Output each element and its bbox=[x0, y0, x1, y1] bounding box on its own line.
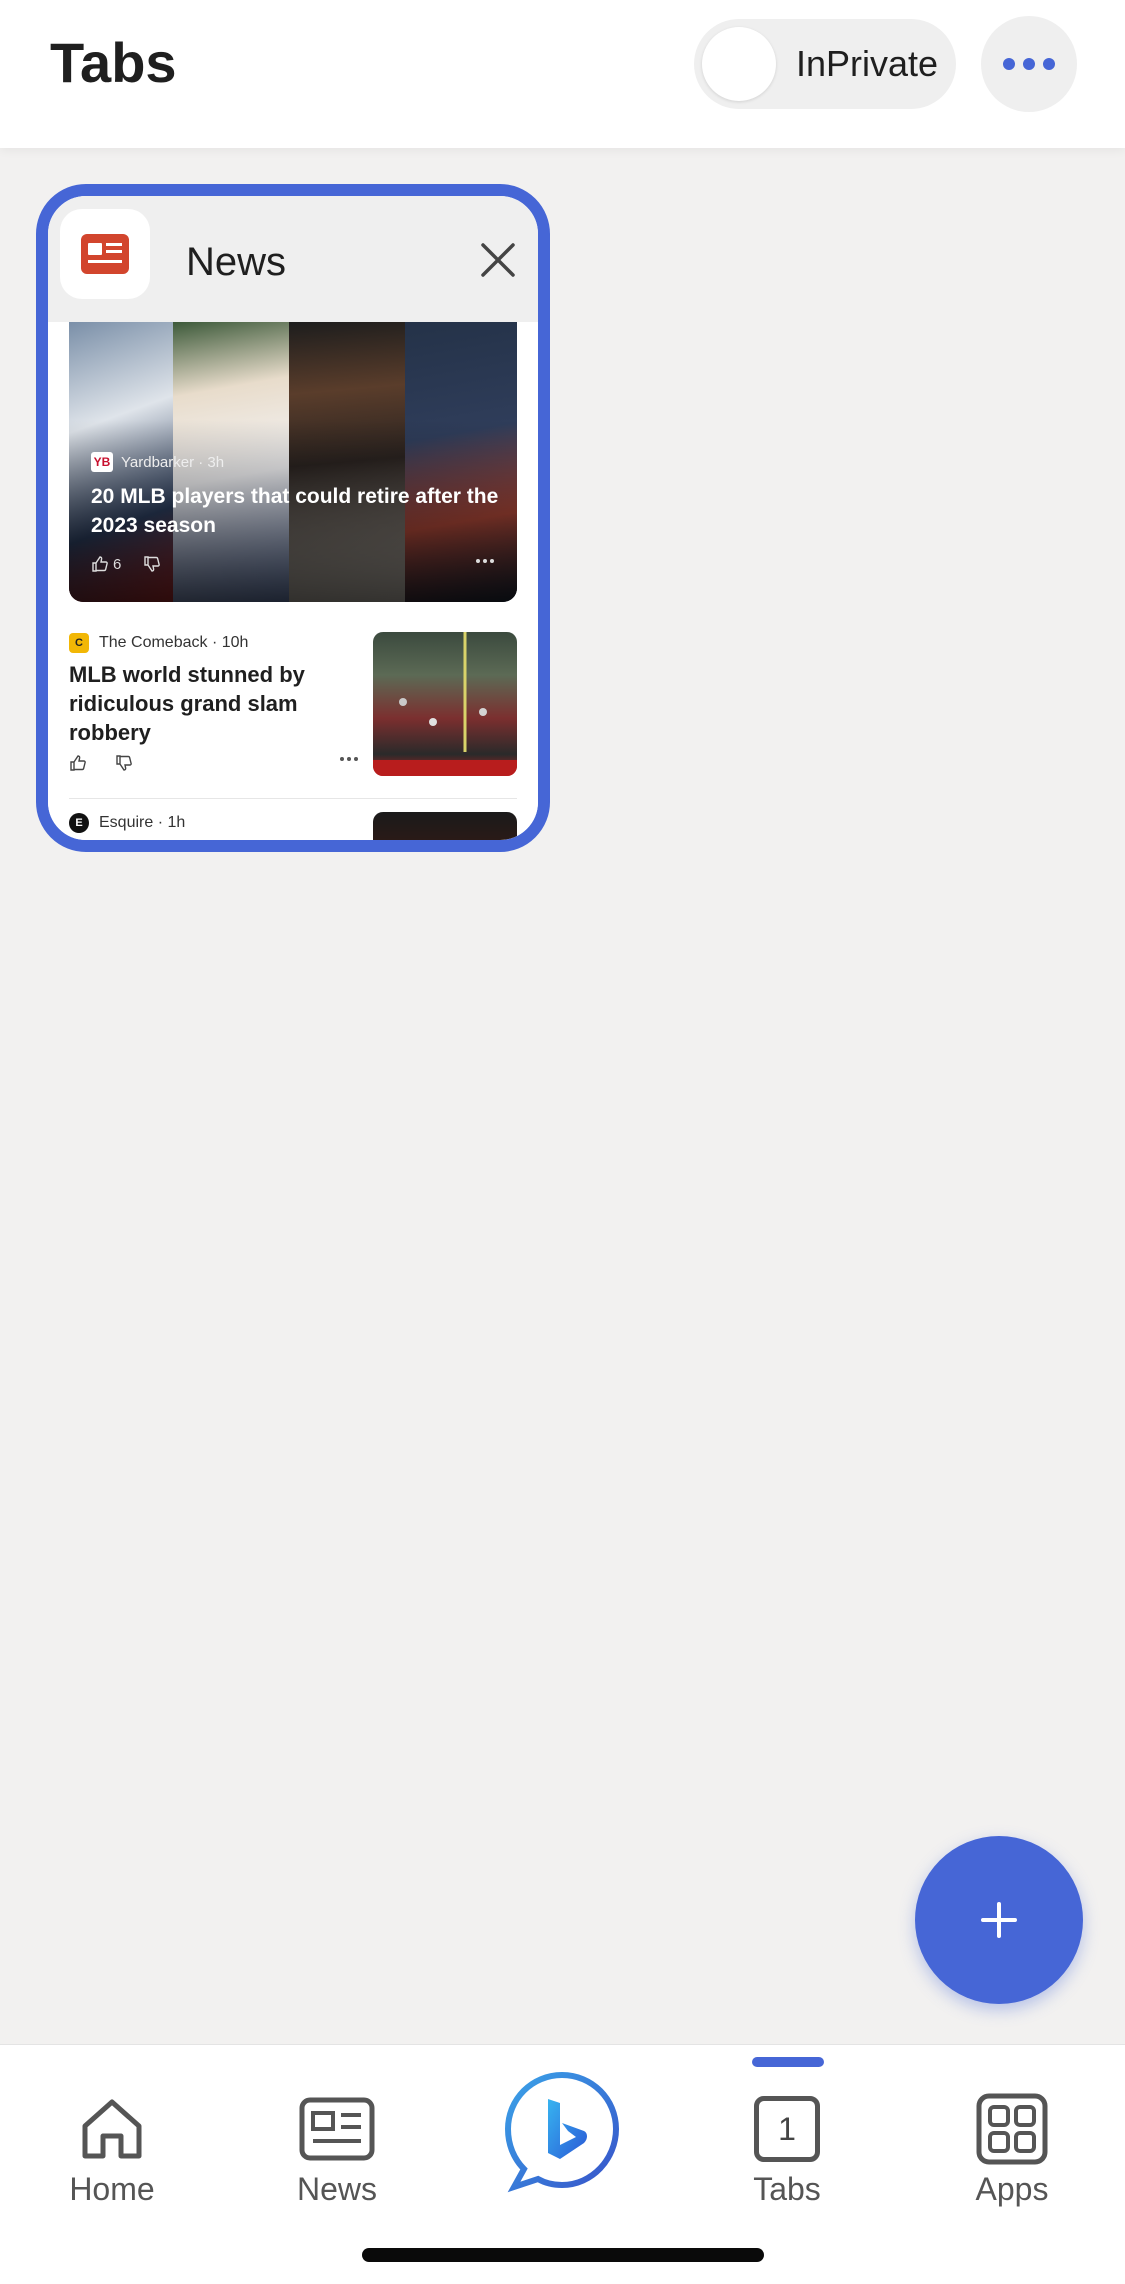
article-source-label: The Comeback · 10h bbox=[99, 634, 249, 651]
inprivate-label: InPrivate bbox=[796, 43, 939, 84]
inprivate-toggle[interactable]: InPrivate bbox=[694, 19, 956, 109]
page-title: Tabs bbox=[50, 31, 177, 94]
hero-like-count: 6 bbox=[113, 555, 122, 573]
nav-home-label: Home bbox=[69, 2171, 155, 2207]
ellipsis-icon bbox=[1003, 58, 1055, 70]
thumbs-down-icon bbox=[116, 755, 132, 771]
apps-icon bbox=[932, 2091, 1092, 2167]
thumbs-down-icon bbox=[144, 556, 161, 572]
plus-icon bbox=[981, 1902, 1017, 1938]
more-icon bbox=[340, 757, 358, 761]
article-title: The 12 Best Baseball Movies bbox=[69, 840, 369, 852]
list-item: E Esquire · 1h The 12 Best Baseball Movi… bbox=[69, 812, 517, 852]
tab-preview: YB Yardbarker · 3h 20 MLB players that c… bbox=[48, 322, 538, 840]
thumbs-up-icon bbox=[92, 556, 108, 572]
tab-card-header: News bbox=[48, 196, 538, 322]
article-actions bbox=[69, 754, 133, 772]
divider bbox=[69, 798, 517, 799]
hero-source: YB Yardbarker · 3h bbox=[91, 452, 224, 472]
hero-title: 20 MLB players that could retire after t… bbox=[91, 485, 499, 537]
thumbs-up-icon bbox=[70, 755, 86, 771]
the-comeback-logo-icon: C bbox=[69, 633, 89, 653]
more-options-button[interactable] bbox=[981, 16, 1077, 112]
hero-source-label: Yardbarker · 3h bbox=[121, 453, 225, 471]
article-thumbnail bbox=[373, 632, 517, 776]
tab-card-news[interactable]: News YB Yardbarker · 3h 20 MLB players t… bbox=[36, 184, 550, 852]
close-tab-button[interactable] bbox=[478, 240, 518, 280]
new-tab-button[interactable] bbox=[915, 1836, 1083, 2004]
home-indicator[interactable] bbox=[362, 2248, 764, 2262]
article-title: MLB world stunned by ridiculous grand sl… bbox=[69, 662, 305, 745]
nav-tabs[interactable]: 1 Tabs bbox=[707, 2091, 867, 2208]
bing-chat-button[interactable] bbox=[500, 2069, 624, 2193]
article-thumbnail bbox=[373, 812, 517, 840]
yardbarker-logo-icon: YB bbox=[91, 452, 113, 472]
toggle-knob bbox=[702, 27, 776, 101]
nav-news-label: News bbox=[296, 2171, 377, 2207]
nav-apps-label: Apps bbox=[975, 2171, 1049, 2207]
tab-card-title: News bbox=[186, 240, 287, 284]
nav-tabs-label: Tabs bbox=[753, 2171, 821, 2207]
close-icon bbox=[481, 243, 515, 277]
nav-home[interactable]: Home bbox=[32, 2091, 192, 2208]
list-item: C The Comeback · 10h MLB world stunned b… bbox=[69, 632, 517, 782]
nav-apps[interactable]: Apps bbox=[932, 2091, 1092, 2208]
hero-story: YB Yardbarker · 3h 20 MLB players that c… bbox=[69, 322, 517, 602]
bing-chat-icon bbox=[504, 2071, 620, 2193]
hero-actions: 6 bbox=[91, 555, 161, 573]
top-bar: Tabs InPrivate bbox=[0, 0, 1125, 148]
newspaper-icon bbox=[81, 234, 129, 274]
tabs-icon: 1 bbox=[707, 2091, 867, 2167]
stadium-photo-icon bbox=[373, 632, 517, 776]
more-icon bbox=[476, 559, 494, 563]
active-tab-indicator bbox=[752, 2057, 824, 2067]
esquire-logo-icon: E bbox=[69, 813, 89, 833]
news-app-icon bbox=[60, 209, 150, 299]
home-icon bbox=[32, 2091, 192, 2167]
news-icon bbox=[257, 2091, 417, 2167]
tab-count: 1 bbox=[754, 2096, 820, 2162]
article-source-label: Esquire · 1h bbox=[99, 814, 186, 831]
nav-news[interactable]: News bbox=[257, 2091, 417, 2208]
